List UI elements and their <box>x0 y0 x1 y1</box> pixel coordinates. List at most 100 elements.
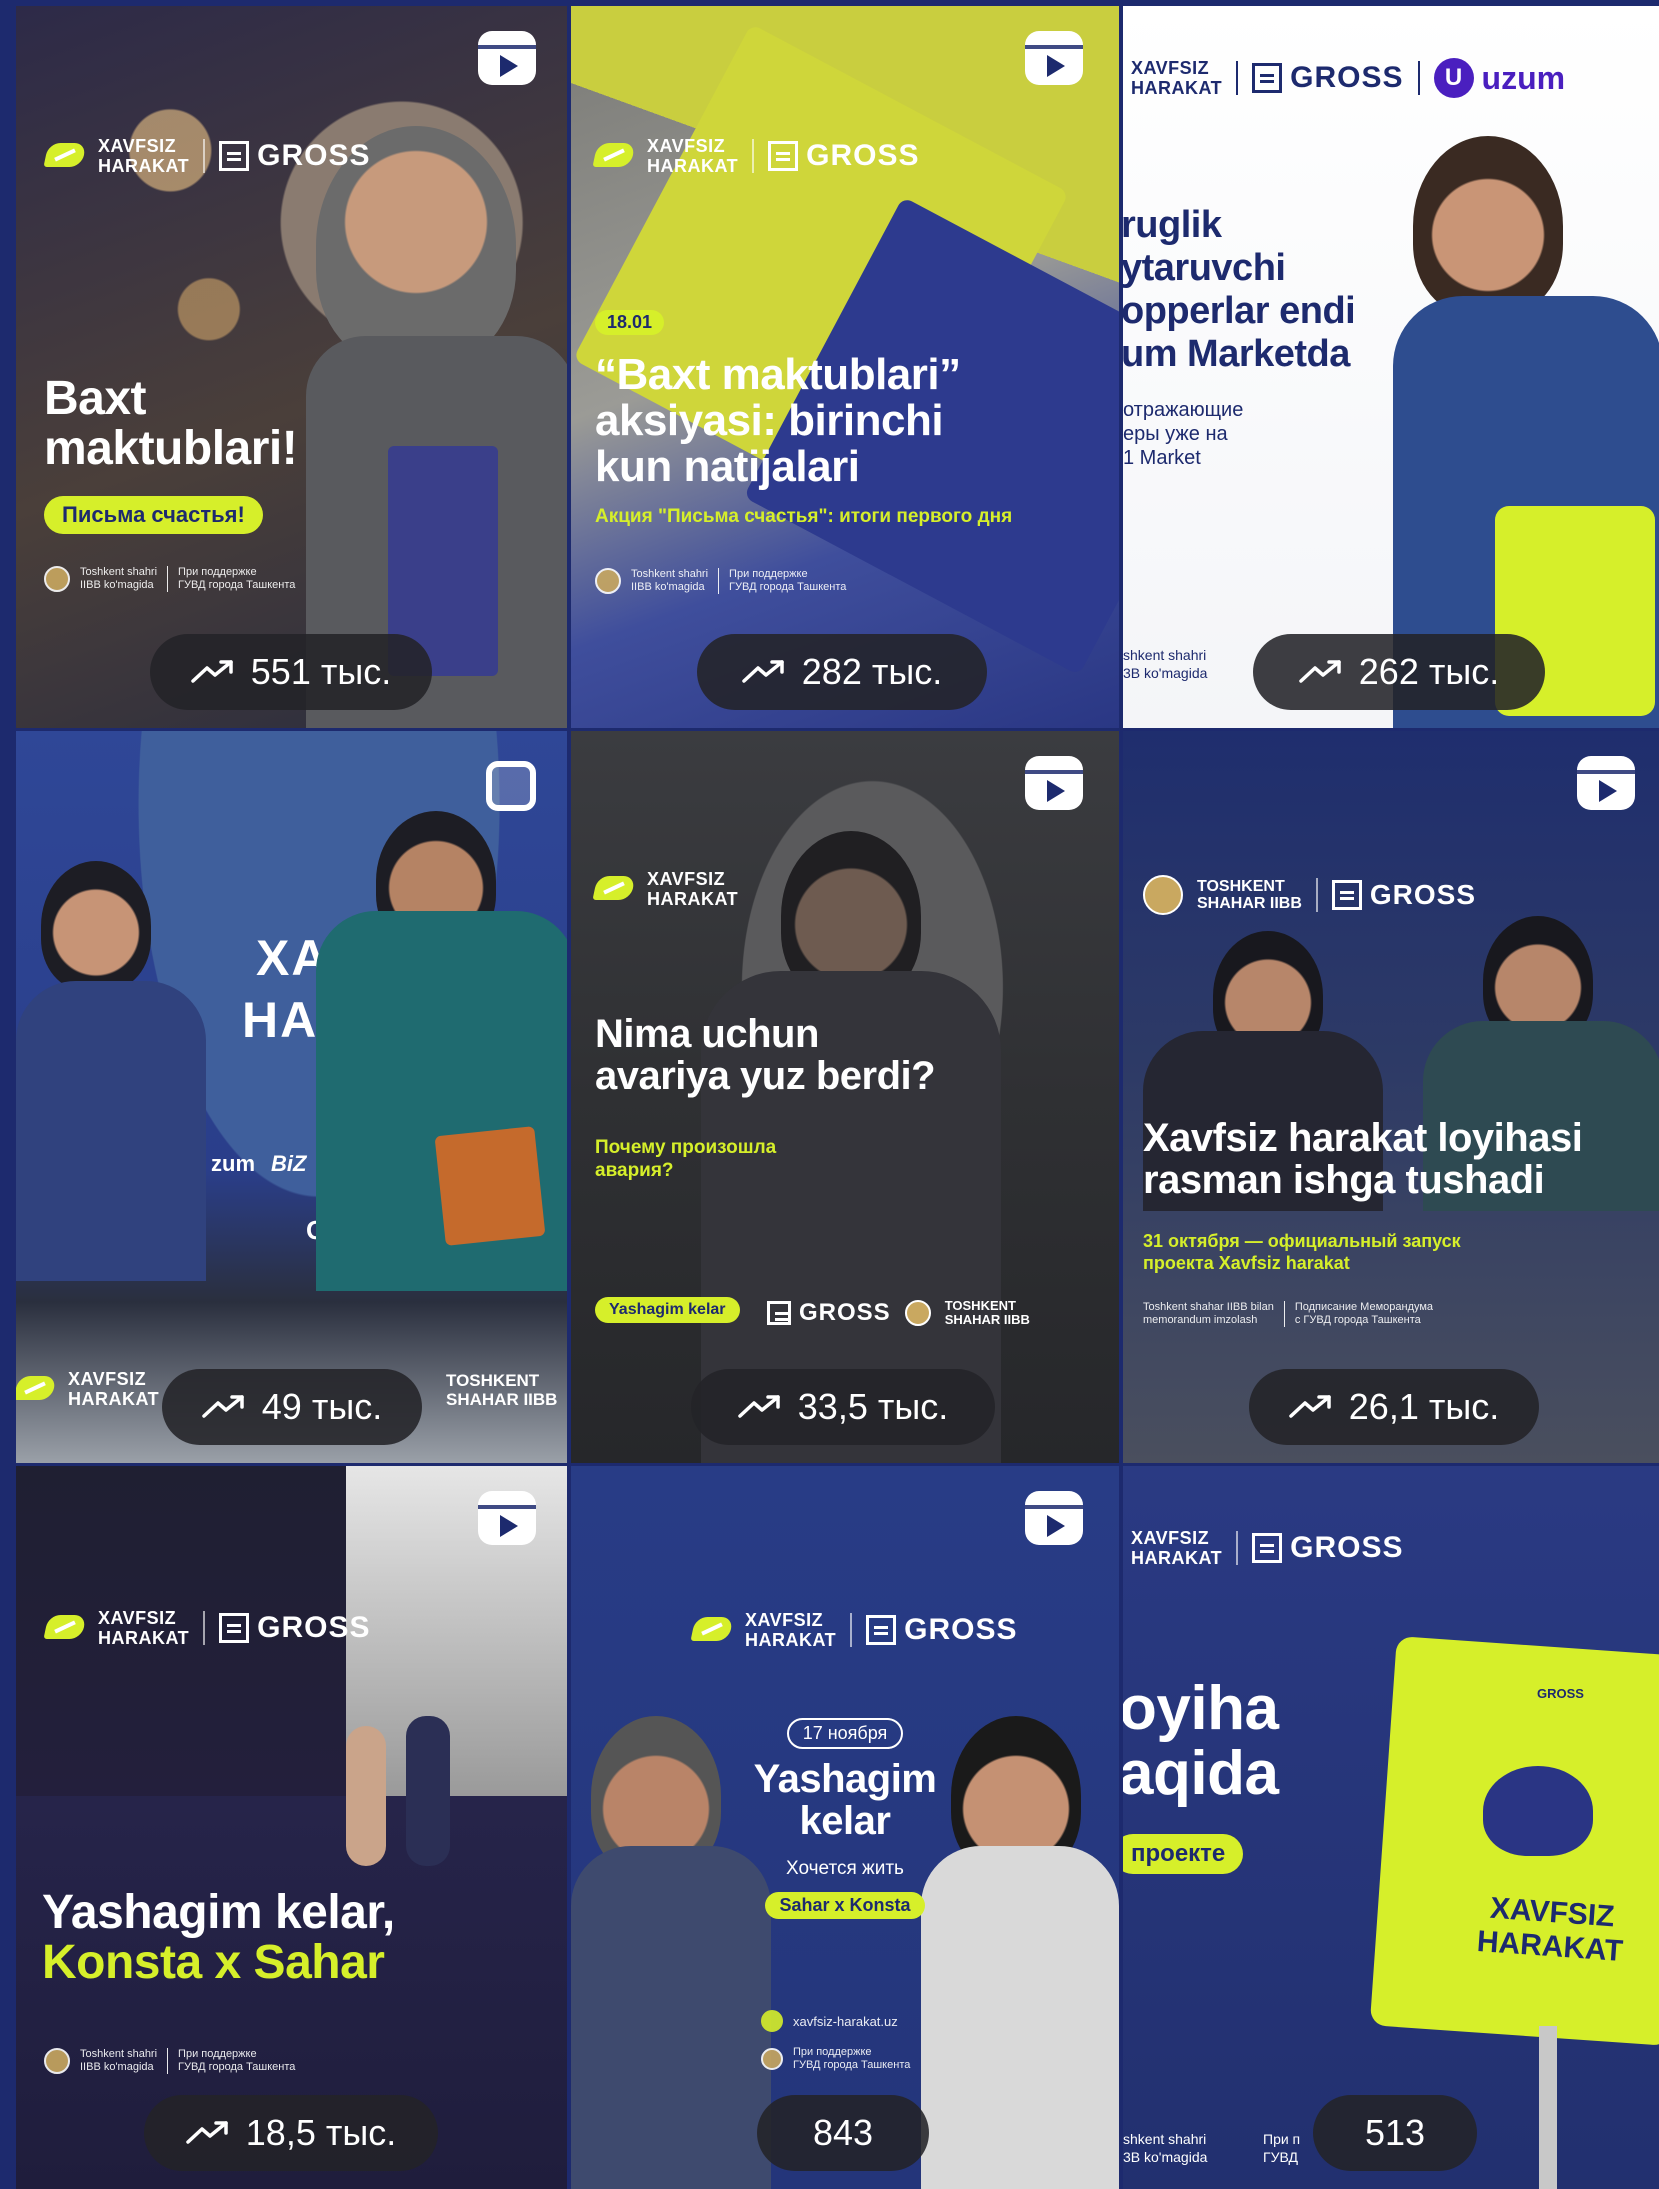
view-count-badge: 843 <box>757 2095 929 2171</box>
brand-text: XAVFSIZ <box>98 136 177 156</box>
post-tile-5[interactable]: XAVFSIZ HARAKAT Nima uchun avariya yuz be… <box>571 731 1119 1463</box>
brand-text: HARAKAT <box>647 889 739 909</box>
post-headline: Nima uchun avariya yuz berdi? <box>595 1012 936 1098</box>
post-tile-4[interactable]: XAVF HAR zum BiZ pl GRO XAVFSIZHARAKAT T… <box>16 731 567 1463</box>
iibb-seal-icon <box>44 566 70 592</box>
post-footer: Toshkent shahri IIBB ko'magida При поддер… <box>595 568 846 594</box>
brand-text: XAVFSIZ <box>68 1369 147 1389</box>
view-count-badge: 26,1 тыс. <box>1249 1369 1539 1445</box>
footer-text: Toshkent shahri <box>631 568 709 580</box>
view-count: 513 <box>1364 2112 1426 2153</box>
view-count-badge: 262 тыс. <box>1253 634 1545 710</box>
post-headline: oyiha aqida <box>1123 1674 1279 1809</box>
view-count-badge: 513 <box>1313 2095 1477 2171</box>
gross-icon <box>1252 1533 1283 1563</box>
brand-text: HARAKAT <box>98 1628 190 1648</box>
post-headline: ruglik ytaruvchi opperlar endi um Market… <box>1123 204 1356 376</box>
divider <box>718 568 720 594</box>
post-tag-pill: Yashagim kelar <box>595 1297 740 1323</box>
brand-row: XAVFSIZ HARAKAT GROSS <box>595 136 920 176</box>
post-footer: shkent shahri 3B ko'magida <box>1123 2130 1207 2166</box>
brand-row: XAVFSIZ HARAKAT <box>16 1369 159 1409</box>
brand-text: HARAKAT <box>68 1389 160 1409</box>
divider <box>1283 1301 1285 1327</box>
view-count: 262 тыс. <box>1358 651 1500 692</box>
footer-text: ГУВД города Ташкента <box>178 579 296 591</box>
heart-logo-icon <box>1483 1766 1593 1856</box>
gross-logo: GROSS <box>767 1299 891 1327</box>
brand-row: XAVFSIZ HARAKAT GROSS <box>46 136 371 176</box>
footer-text: ГУВД города Ташкента <box>729 581 847 593</box>
footer-text: Toshkent shahar IIBB bilan <box>1143 1301 1274 1313</box>
man-left-body <box>16 981 206 1281</box>
headline-line: Xavfsiz harakat loyihasi <box>1143 1116 1583 1160</box>
iibb-logo: TOSHKENT SHAHAR IIBB <box>446 1371 557 1409</box>
headline-line: Konsta x Sahar <box>42 1936 385 1990</box>
biz-logo: BiZ <box>271 1151 307 1176</box>
headline-line: Yashagim <box>753 1757 937 1801</box>
iibb-seal-icon <box>44 2048 70 2074</box>
view-count: 282 тыс. <box>801 651 943 692</box>
gross-logo: GROSS <box>1252 61 1403 95</box>
uzum-text: uzum <box>1481 59 1566 96</box>
xavfsiz-harakat-logo-icon <box>46 1613 84 1643</box>
post-footer: shkent shahri 3B ko'magida <box>1123 646 1207 682</box>
brand-row: XAVFSIZHARAKAT GROSS uzum <box>1131 58 1565 98</box>
iibb-seal-icon <box>904 1300 931 1326</box>
brand-row: XAVFSIZ HARAKAT GROSS <box>46 1608 371 1648</box>
post-subtitle: 31 октября — официальный запуск проекта … <box>1143 1231 1461 1274</box>
post-subtitle: Хочется жить <box>786 1858 904 1879</box>
view-count-badge: 33,5 тыс. <box>691 1369 995 1445</box>
headline-line: Nima uchun <box>595 1012 819 1056</box>
brand-text: HARAKAT <box>647 156 739 176</box>
headline-line: ruglik <box>1123 204 1222 246</box>
gross-text: GROSS <box>1290 61 1404 94</box>
gross-text: GROSS <box>799 1299 891 1326</box>
post-tile-3[interactable]: XAVFSIZHARAKAT GROSS uzum ruglik ytaruvc… <box>1123 6 1659 728</box>
post-tile-7[interactable]: XAVFSIZ HARAKAT GROSS Yashagim kelar, Kon… <box>16 1466 567 2189</box>
post-tile-9[interactable]: GROSS XAVFSIZ HARAKAT XAVFSIZ HARAKAT GRO… <box>1123 1466 1659 2189</box>
gross-text: GROSS <box>806 139 920 172</box>
divider <box>167 566 169 592</box>
gross-text: GROSS <box>904 1613 1018 1646</box>
headline-line: um Marketda <box>1123 332 1350 375</box>
view-count: 26,1 тыс. <box>1348 1386 1500 1427</box>
brand-text: HARAKAT <box>98 156 190 176</box>
headline-line: “Baxt maktublari” <box>595 350 961 399</box>
view-count: 49 тыс. <box>261 1386 383 1427</box>
divider <box>167 2048 169 2074</box>
brand-text: XAVFSIZ <box>745 1610 824 1630</box>
iibb-seal-icon <box>761 2048 783 2070</box>
subtitle-line: авария? <box>595 1159 674 1181</box>
post-footer: Toshkent shahri IIBB ko'magida При поддер… <box>44 2048 295 2074</box>
post-tile-1[interactable]: XAVFSIZ HARAKAT GROSS Baxt maktublari! Пи… <box>16 6 567 728</box>
post-tile-2[interactable]: XAVFSIZ HARAKAT GROSS 18.01 “Baxt maktubl… <box>571 6 1119 728</box>
uzum-logo: uzum <box>1433 58 1566 98</box>
headline-line: kelar <box>799 1799 891 1843</box>
post-tile-6[interactable]: TOSHKENT SHAHAR IIBB GROSS Xavfsiz haraka… <box>1123 731 1659 1463</box>
post-tile-8[interactable]: XAVFSIZ HARAKAT GROSS 17 ноября Yashagim … <box>571 1466 1119 2189</box>
headline-line: maktublari! <box>44 422 298 476</box>
footer-text: Toshkent shahri <box>80 2048 158 2060</box>
reel-icon <box>1577 756 1635 810</box>
globe-icon <box>761 2010 783 2032</box>
gross-logo: GROSS <box>1331 879 1477 911</box>
xavfsiz-harakat-logo-icon <box>595 141 633 171</box>
gross-text: GROSS <box>1369 879 1477 910</box>
headline-line: opperlar endi <box>1123 289 1356 332</box>
date-pill: 17 ноября <box>786 1718 904 1749</box>
brand-text: XAVFSIZ <box>647 136 726 156</box>
headline-line: avariya yuz berdi? <box>595 1054 936 1098</box>
headline-line: oyiha <box>1123 1674 1279 1743</box>
footer-text: Подписание Меморандума <box>1294 1301 1434 1313</box>
headline-line: aqida <box>1123 1739 1279 1809</box>
reel-icon <box>1025 1491 1083 1545</box>
brand-row: GROSS TOSHKENT SHAHAR IIBB <box>767 1299 1030 1327</box>
gross-logo: GROSS <box>768 139 919 173</box>
post-headline: Yashagim kelar, Konsta x Sahar <box>42 1887 395 1990</box>
view-count: 18,5 тыс. <box>245 2112 397 2153</box>
brand-text: HARAKAT <box>745 1630 837 1650</box>
brand-text: XAVFSIZ <box>1131 58 1210 78</box>
post-headline: Baxt maktublari! <box>44 373 298 476</box>
performer-image <box>406 1716 450 1866</box>
